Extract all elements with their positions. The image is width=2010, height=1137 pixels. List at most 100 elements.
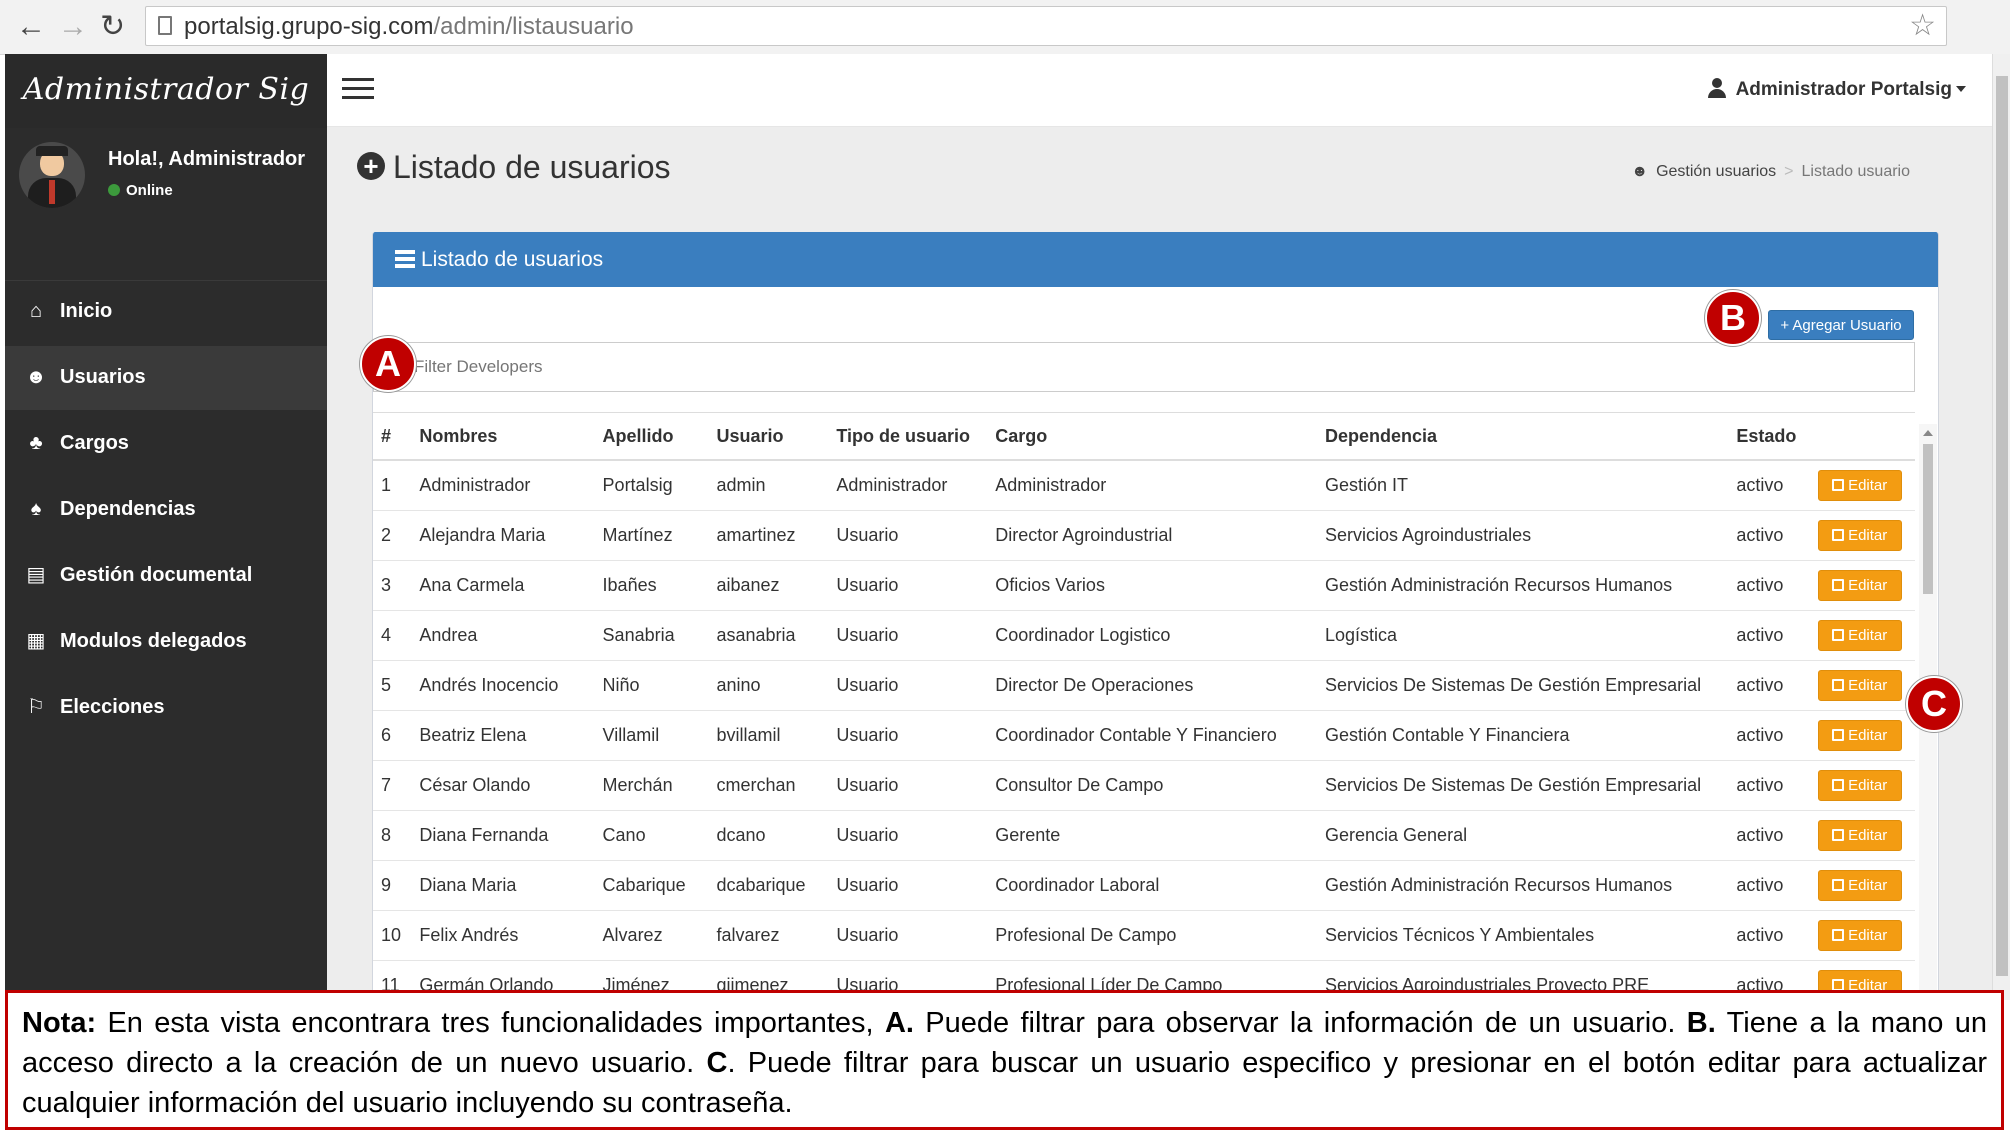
callout-c: C — [1906, 676, 1962, 732]
user-dropdown[interactable]: Administrador Portalsig — [1707, 78, 1966, 102]
plus-circle-icon: + — [357, 152, 385, 180]
sidebar-item-inicio[interactable]: ⌂ Inicio — [5, 280, 327, 344]
reload-icon[interactable]: ↻ — [100, 10, 125, 44]
sidebar-item-label: Modulos delegados — [60, 630, 247, 652]
table-cell: 8 — [373, 810, 412, 861]
edit-label: Editar — [1848, 877, 1888, 894]
table-cell: Usuario — [828, 660, 988, 711]
edit-label: Editar — [1848, 527, 1888, 544]
online-dot-icon — [108, 184, 120, 196]
action-cell: Editar — [1809, 860, 1915, 911]
edit-button[interactable]: Editar — [1817, 520, 1902, 551]
edit-button[interactable]: Editar — [1817, 770, 1902, 801]
table-cell: Cano — [594, 810, 709, 861]
filter-input[interactable] — [373, 342, 1915, 392]
column-header: Dependencia — [1317, 412, 1729, 461]
page-scrollbar[interactable] — [1992, 54, 2010, 1000]
table-cell: Director De Operaciones — [987, 660, 1317, 711]
table-cell: Servicios De Sistemas De Gestión Empresa… — [1317, 760, 1729, 811]
table-cell: dcano — [708, 810, 829, 861]
edit-label: Editar — [1848, 577, 1888, 594]
edit-button[interactable]: Editar — [1817, 820, 1902, 851]
table-cell: aibanez — [708, 560, 829, 611]
sidebar: Administrador Sig Hola!, Administrador O… — [5, 54, 327, 1000]
table-cell: Usuario — [828, 710, 988, 761]
user-name: Administrador Portalsig — [1735, 79, 1952, 100]
table-cell: 7 — [373, 760, 412, 811]
table-cell: asanabria — [708, 610, 829, 661]
table-row: 6 Beatriz Elena Villamil bvillamil Usuario Co… — [373, 710, 1915, 761]
users-table: # Nombres Apellido Usuario Tipo de usuario Ca… — [373, 412, 1915, 1000]
table-cell: 3 — [373, 560, 412, 611]
edit-button[interactable]: Editar — [1817, 720, 1902, 751]
sidebar-item-dependencias[interactable]: ♠ Dependencias — [5, 478, 327, 542]
table-row: 2 Alejandra Maria Martínez amartinez Usuario… — [373, 510, 1915, 561]
table-cell: Usuario — [828, 910, 988, 961]
action-cell: Editar — [1809, 810, 1915, 861]
grid-icon: ▦ — [26, 630, 46, 652]
edit-button[interactable]: Editar — [1817, 870, 1902, 901]
add-user-button[interactable]: + Agregar Usuario — [1768, 310, 1914, 340]
back-arrow-icon[interactable]: ← — [16, 10, 46, 44]
table-cell: Gestión Administración Recursos Humanos — [1317, 560, 1729, 611]
brand-logo[interactable]: Administrador Sig — [5, 54, 327, 128]
table-cell: activo — [1728, 510, 1810, 561]
table-cell: Coordinador Contable Y Financiero — [987, 710, 1317, 761]
table-cell: Usuario — [828, 810, 988, 861]
table-cell: cmerchan — [708, 760, 829, 811]
sidebar-item-label: Elecciones — [60, 696, 165, 718]
table-cell: Consultor De Campo — [987, 760, 1317, 811]
edit-button[interactable]: Editar — [1817, 620, 1902, 651]
address-bar[interactable]: portalsig.grupo-sig.com/admin/listausuar… — [145, 6, 1947, 46]
edit-icon — [1832, 829, 1845, 841]
sidebar-item-elecciones[interactable]: ⚐ Elecciones — [5, 676, 327, 740]
table-row: 5 Andrés Inocencio Niño anino Usuario Directo… — [373, 660, 1915, 711]
table-cell: Administrador — [987, 460, 1317, 511]
action-cell: Editar — [1809, 460, 1915, 511]
table-cell: activo — [1728, 910, 1810, 961]
sidebar-item-gestión-documental[interactable]: ▤ Gestión documental — [5, 544, 327, 608]
table-cell: Logística — [1317, 610, 1729, 661]
list-icon — [395, 250, 415, 268]
panel-title: Listado de usuarios — [395, 247, 603, 273]
sidebar-item-usuarios[interactable]: ☻ Usuarios — [5, 346, 327, 410]
action-cell: Editar — [1809, 510, 1915, 561]
edit-icon — [1832, 679, 1845, 691]
forward-arrow-icon[interactable]: → — [58, 10, 88, 44]
table-cell: Director Agroindustrial — [987, 510, 1317, 561]
home-icon: ⌂ — [29, 300, 43, 322]
edit-button[interactable]: Editar — [1817, 670, 1902, 701]
hamburger-menu-icon[interactable] — [342, 78, 374, 100]
brand-text: Administrador Sig — [22, 72, 310, 107]
table-cell: activo — [1728, 710, 1810, 761]
table-cell: Gestión Administración Recursos Humanos — [1317, 860, 1729, 911]
table-row: 10 Felix Andrés Alvarez falvarez Usuario Prof… — [373, 910, 1915, 961]
table-cell: Niño — [594, 660, 709, 711]
edit-label: Editar — [1848, 927, 1888, 944]
table-row: 9 Diana Maria Cabarique dcabarique Usuario Co… — [373, 860, 1915, 911]
table-header-row: # Nombres Apellido Usuario Tipo de usuario Ca… — [373, 412, 1915, 461]
users-icon: ☻ — [25, 366, 47, 388]
action-cell: Editar — [1809, 910, 1915, 961]
table-cell: Coordinador Logistico — [987, 610, 1317, 661]
url-text: portalsig.grupo-sig.com/admin/listausuar… — [184, 13, 634, 40]
edit-button[interactable]: Editar — [1817, 470, 1902, 501]
edit-icon — [1832, 579, 1845, 591]
sidebar-item-cargos[interactable]: ♣ Cargos — [5, 412, 327, 476]
sidebar-item-modulos-delegados[interactable]: ▦ Modulos delegados — [5, 610, 327, 674]
table-cell: Merchán — [594, 760, 709, 811]
table-row: 7 César Olando Merchán cmerchan Usuario Consu… — [373, 760, 1915, 811]
edit-button[interactable]: Editar — [1817, 920, 1902, 951]
table-cell: Coordinador Laboral — [987, 860, 1317, 911]
edit-button[interactable]: Editar — [1817, 570, 1902, 601]
table-cell: Gestión Contable Y Financiera — [1317, 710, 1729, 761]
table-cell: Portalsig — [594, 460, 709, 511]
breadcrumb-link-gestion[interactable]: Gestión usuarios — [1656, 163, 1776, 180]
table-cell: Administrador — [411, 460, 595, 511]
panel-header: Listado de usuarios — [373, 232, 1938, 287]
table-cell: Diana Maria — [411, 860, 595, 911]
bookmark-star-icon[interactable]: ☆ — [1909, 9, 1936, 43]
edit-icon — [1832, 529, 1845, 541]
breadcrumb: ☻ Gestión usuarios > Listado usuario — [1631, 163, 1910, 180]
sidebar-item-label: Usuarios — [60, 366, 146, 388]
